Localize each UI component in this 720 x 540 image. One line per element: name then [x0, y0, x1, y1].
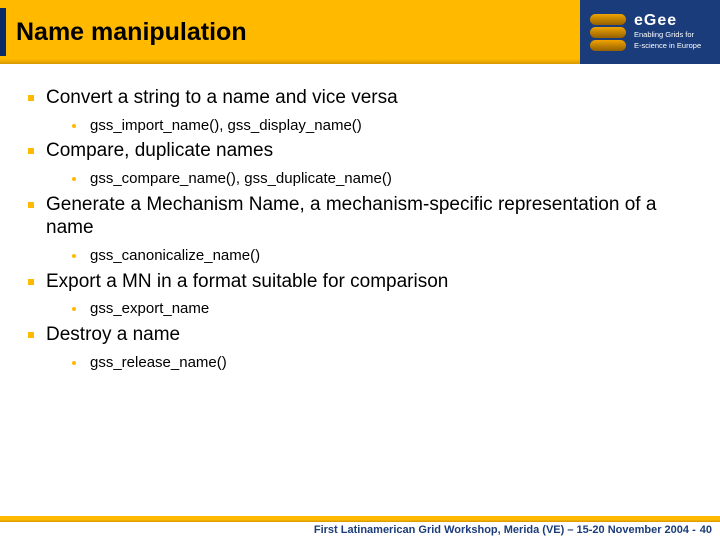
list-item: gss_canonicalize_name(): [72, 246, 692, 266]
sub-list: gss_import_name(), gss_display_name(): [72, 116, 692, 136]
logo-text-group: eGee Enabling Grids for E-science in Eur…: [634, 13, 701, 50]
slide-title: Name manipulation: [16, 18, 247, 47]
list-item: Compare, duplicate names gss_compare_nam…: [28, 139, 692, 188]
footer-text-row: First Latinamerican Grid Workshop, Merid…: [0, 522, 720, 540]
bullet-icon: [28, 148, 34, 154]
sub-list: gss_export_name: [72, 299, 692, 319]
bullet-icon: [72, 177, 76, 181]
bullet-icon: [28, 202, 34, 208]
bullet-icon: [28, 332, 34, 338]
sub-bullet-text: gss_canonicalize_name(): [90, 246, 260, 266]
list-item: Convert a string to a name and vice vers…: [28, 86, 692, 135]
list-item: gss_release_name(): [72, 353, 692, 373]
list-item: gss_import_name(), gss_display_name(): [72, 116, 692, 136]
sub-list: gss_release_name(): [72, 353, 692, 373]
logo-text-sub2: E-science in Europe: [634, 42, 701, 51]
bullet-list: Convert a string to a name and vice vers…: [28, 86, 692, 372]
sub-list: gss_compare_name(), gss_duplicate_name(): [72, 169, 692, 189]
footer-text: First Latinamerican Grid Workshop, Merid…: [314, 524, 696, 536]
bullet-icon: [72, 361, 76, 365]
bullet-text: Export a MN in a format suitable for com…: [46, 270, 448, 294]
sub-bullet-text: gss_compare_name(), gss_duplicate_name(): [90, 169, 392, 189]
bullet-text: Destroy a name: [46, 323, 180, 347]
logo-graphic: [590, 14, 626, 51]
header-band: Name manipulation eGee Enabling Grids fo…: [0, 0, 720, 64]
sub-bullet-text: gss_release_name(): [90, 353, 227, 373]
list-item: gss_compare_name(), gss_duplicate_name(): [72, 169, 692, 189]
bullet-icon: [72, 307, 76, 311]
title-accent-bar: [0, 8, 6, 56]
sub-bullet-text: gss_export_name: [90, 299, 209, 319]
bullet-icon: [72, 124, 76, 128]
footer: First Latinamerican Grid Workshop, Merid…: [0, 516, 720, 540]
content-area: Convert a string to a name and vice vers…: [0, 64, 720, 516]
slide: Name manipulation eGee Enabling Grids fo…: [0, 0, 720, 540]
logo-text-main: eGee: [634, 13, 701, 29]
bullet-icon: [28, 95, 34, 101]
footer-page-number: 40: [700, 524, 712, 536]
bullet-text: Convert a string to a name and vice vers…: [46, 86, 398, 110]
list-item: Export a MN in a format suitable for com…: [28, 270, 692, 319]
list-item: Destroy a name gss_release_name(): [28, 323, 692, 372]
bullet-icon: [28, 279, 34, 285]
sub-bullet-text: gss_import_name(), gss_display_name(): [90, 116, 362, 136]
logo-text-sub1: Enabling Grids for: [634, 31, 701, 40]
list-item: gss_export_name: [72, 299, 692, 319]
logo-egee: eGee Enabling Grids for E-science in Eur…: [580, 0, 720, 64]
list-item: Generate a Mechanism Name, a mechanism-s…: [28, 193, 692, 266]
sub-list: gss_canonicalize_name(): [72, 246, 692, 266]
bullet-text: Generate a Mechanism Name, a mechanism-s…: [46, 193, 692, 241]
bullet-icon: [72, 254, 76, 258]
bullet-text: Compare, duplicate names: [46, 139, 273, 163]
